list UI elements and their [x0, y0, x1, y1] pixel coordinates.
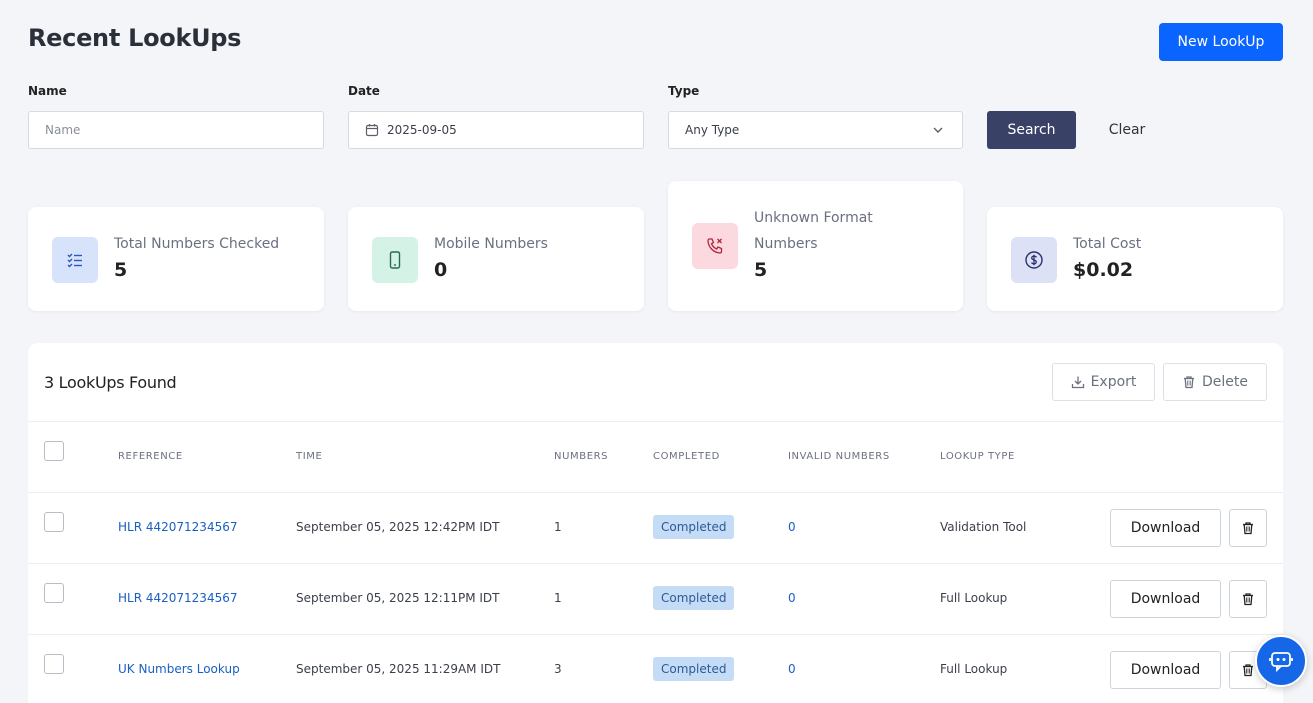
row-numbers: 1: [554, 520, 562, 534]
invalid-numbers-link[interactable]: 0: [788, 520, 796, 534]
trash-icon: [1241, 663, 1255, 677]
row-time: September 05, 2025 12:42PM IDT: [296, 520, 500, 534]
invalid-numbers-link[interactable]: 0: [788, 591, 796, 605]
name-input[interactable]: [45, 123, 307, 137]
search-button[interactable]: Search: [987, 111, 1076, 149]
divider: [28, 421, 1283, 422]
download-button[interactable]: Download: [1110, 651, 1221, 689]
column-header-numbers: NUMBERS: [554, 451, 609, 462]
row-delete-button[interactable]: [1229, 580, 1267, 618]
reference-link[interactable]: UK Numbers Lookup: [118, 662, 240, 676]
stat-label: Unknown Format Numbers: [754, 210, 873, 252]
page-title: Recent LookUps: [28, 24, 242, 52]
trash-icon: [1241, 592, 1255, 606]
row-lookup-type: Full Lookup: [940, 591, 1008, 605]
trash-icon: [1182, 375, 1196, 389]
select-all-checkbox[interactable]: [44, 441, 64, 461]
row-numbers: 1: [554, 591, 562, 605]
download-icon: [1071, 375, 1085, 389]
export-button[interactable]: Export: [1052, 363, 1155, 401]
column-header-completed: COMPLETED: [653, 451, 720, 462]
divider: [28, 492, 1283, 493]
delete-label: Delete: [1202, 374, 1248, 390]
new-lookup-button[interactable]: New LookUp: [1159, 23, 1283, 61]
checklist-icon: [52, 237, 98, 283]
status-badge: Completed: [653, 515, 735, 539]
status-badge: Completed: [653, 657, 735, 681]
stat-card-total-cost: Total Cost $0.02: [987, 207, 1283, 311]
mobile-phone-icon: [372, 237, 418, 283]
invalid-numbers-link[interactable]: 0: [788, 662, 796, 676]
export-label: Export: [1090, 374, 1137, 390]
stat-card-unknown-format: Unknown Format Numbers 5: [668, 181, 963, 311]
stat-value: $0.02: [1073, 259, 1134, 281]
row-lookup-type: Validation Tool: [940, 520, 1027, 534]
type-filter-label: Type: [668, 84, 700, 98]
row-checkbox[interactable]: [44, 654, 64, 674]
stat-label: Total Cost: [1073, 236, 1142, 252]
divider: [28, 634, 1283, 635]
download-button[interactable]: Download: [1110, 509, 1221, 547]
stat-label: Total Numbers Checked: [114, 236, 280, 252]
reference-link[interactable]: HLR 442071234567: [118, 591, 237, 605]
stat-label: Mobile Numbers: [434, 236, 548, 252]
row-time: September 05, 2025 11:29AM IDT: [296, 662, 501, 676]
clear-button[interactable]: Clear: [1096, 111, 1158, 149]
column-header-time: TIME: [296, 451, 323, 462]
dollar-circle-icon: [1011, 237, 1057, 283]
phone-missed-icon: [692, 223, 738, 269]
results-panel: 3 LookUps Found Export Delete REFERENCE …: [28, 343, 1283, 703]
date-filter-field[interactable]: 2025-09-05: [348, 111, 644, 149]
row-checkbox[interactable]: [44, 512, 64, 532]
column-header-lookup-type: LOOKUP TYPE: [940, 451, 1015, 462]
row-numbers: 3: [554, 662, 562, 676]
stat-value: 5: [754, 259, 768, 281]
status-badge: Completed: [653, 586, 735, 610]
column-header-invalid-numbers: INVALID NUMBERS: [788, 451, 890, 462]
download-button[interactable]: Download: [1110, 580, 1221, 618]
results-count-title: 3 LookUps Found: [44, 373, 177, 392]
stat-value: 5: [114, 259, 128, 281]
row-time: September 05, 2025 12:11PM IDT: [296, 591, 500, 605]
date-value: 2025-09-05: [387, 123, 457, 137]
divider: [28, 563, 1283, 564]
stat-value: 0: [434, 259, 448, 281]
chat-support-button[interactable]: [1255, 635, 1307, 687]
chevron-down-icon: [932, 124, 944, 136]
reference-link[interactable]: HLR 442071234567: [118, 520, 237, 534]
row-checkbox[interactable]: [44, 583, 64, 603]
calendar-icon: [365, 123, 379, 137]
row-delete-button[interactable]: [1229, 509, 1267, 547]
delete-button[interactable]: Delete: [1163, 363, 1267, 401]
column-header-reference: REFERENCE: [118, 451, 183, 462]
type-select[interactable]: Any Type: [668, 111, 963, 149]
stat-card-total-numbers: Total Numbers Checked 5: [28, 207, 324, 311]
row-lookup-type: Full Lookup: [940, 662, 1008, 676]
trash-icon: [1241, 521, 1255, 535]
type-selected-value: Any Type: [685, 123, 740, 137]
name-filter-label: Name: [28, 84, 67, 98]
chat-bot-icon: [1268, 648, 1294, 674]
name-filter-field[interactable]: [28, 111, 324, 149]
stat-card-mobile-numbers: Mobile Numbers 0: [348, 207, 644, 311]
date-filter-label: Date: [348, 84, 380, 98]
